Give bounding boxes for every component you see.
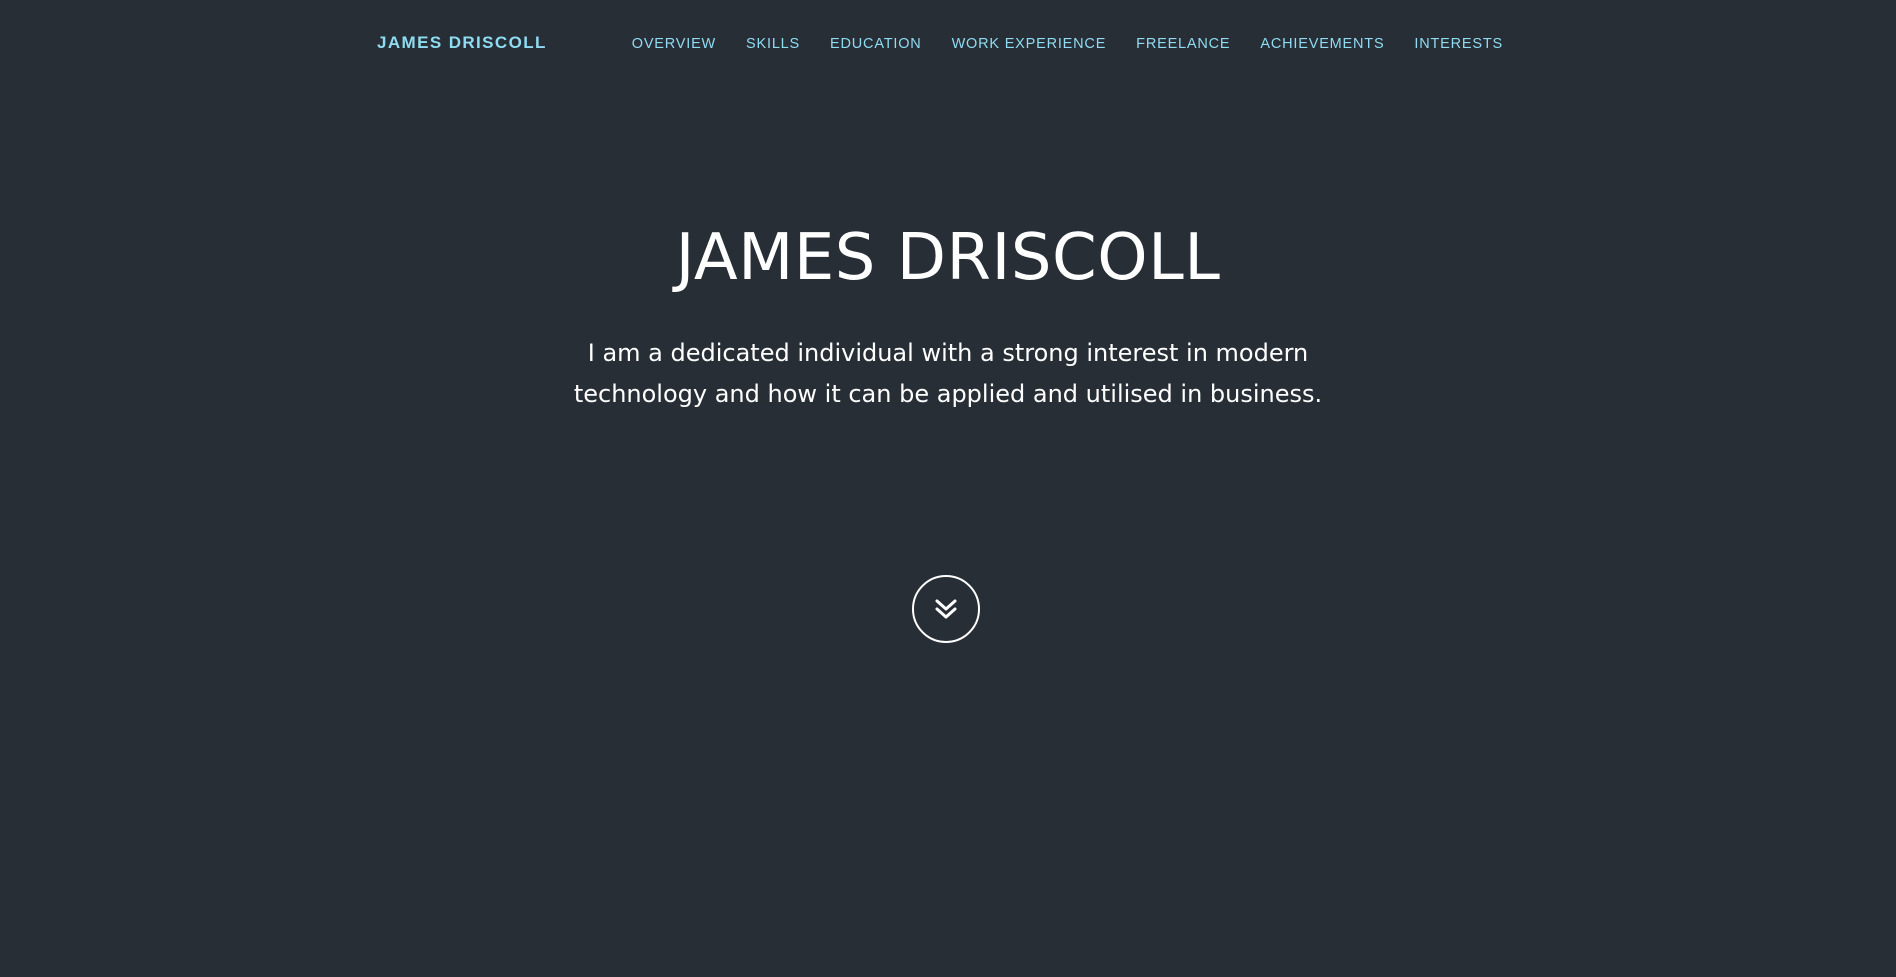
nav-link-freelance[interactable]: FREELANCE — [1136, 36, 1230, 52]
nav-link-work-experience[interactable]: WORK EXPERIENCE — [952, 36, 1107, 52]
scroll-down-button[interactable] — [912, 575, 980, 643]
nav-link-skills[interactable]: SKILLS — [746, 36, 800, 52]
nav-link-achievements[interactable]: ACHIEVEMENTS — [1260, 36, 1384, 52]
brand-link[interactable]: JAMES DRISCOLL — [377, 33, 547, 53]
hero-subtitle-line-1: I am a dedicated individual with a stron… — [587, 339, 1309, 367]
nav-link-interests[interactable]: INTERESTS — [1414, 36, 1503, 52]
nav-link-education[interactable]: EDUCATION — [830, 36, 922, 52]
hero-title: JAMES DRISCOLL — [675, 221, 1221, 295]
hero-subtitle-line-2: technology and how it can be applied and… — [573, 380, 1323, 408]
navbar: JAMES DRISCOLL OVERVIEW SKILLS EDUCATION… — [0, 0, 1896, 88]
nav-links: OVERVIEW SKILLS EDUCATION WORK EXPERIENC… — [632, 36, 1503, 52]
nav-link-overview[interactable]: OVERVIEW — [632, 36, 716, 52]
double-chevron-down-icon — [935, 599, 957, 619]
page: JAMES DRISCOLL OVERVIEW SKILLS EDUCATION… — [0, 0, 1896, 977]
hero-subtitle: I am a dedicated individual with a stron… — [548, 333, 1348, 415]
